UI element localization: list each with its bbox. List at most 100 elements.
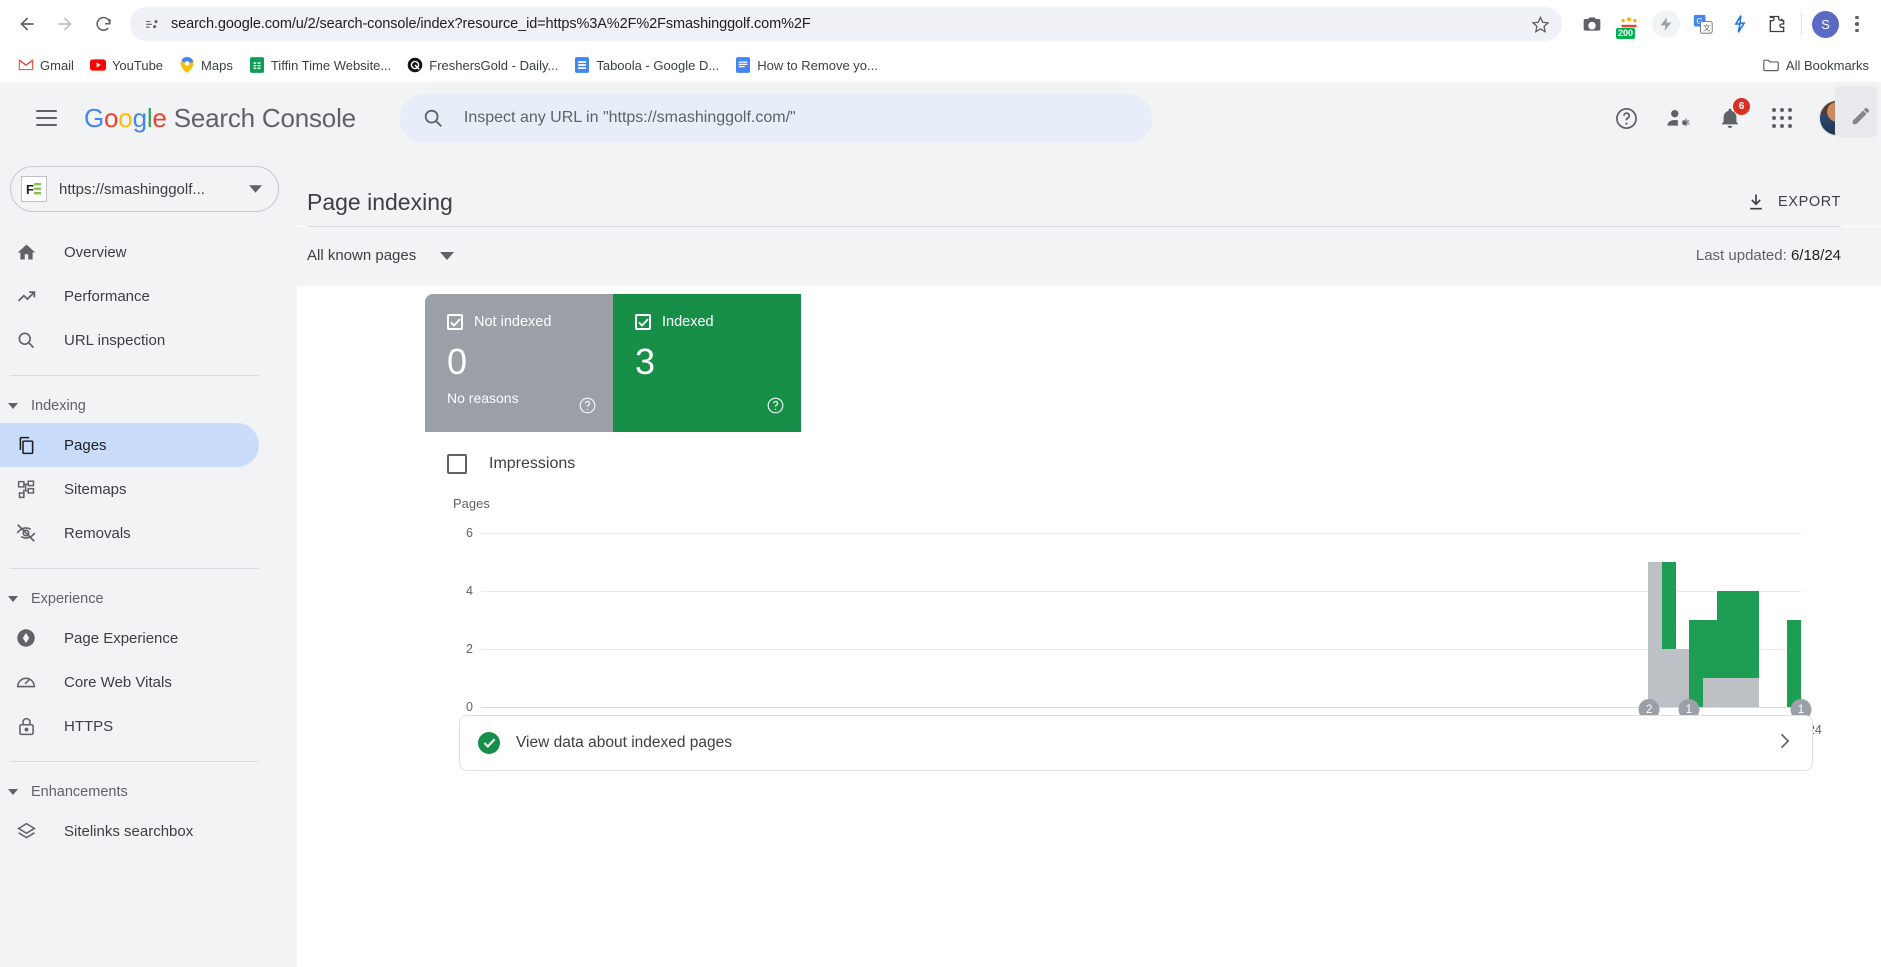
chart-bar-slot[interactable] — [1092, 533, 1106, 707]
help-circle-icon[interactable] — [766, 396, 785, 420]
chart-bar-slot[interactable] — [773, 533, 787, 707]
chart-bar-slot[interactable] — [1731, 533, 1745, 707]
chart-bar-slot[interactable] — [731, 533, 745, 707]
chart-bar-slot[interactable] — [1051, 533, 1065, 707]
back-arrow-icon[interactable] — [10, 7, 44, 41]
all-bookmarks-button[interactable]: All Bookmarks — [1757, 53, 1875, 77]
chart-bar-slot[interactable] — [967, 533, 981, 707]
chart-bar-slot[interactable] — [1481, 533, 1495, 707]
hamburger-menu-icon[interactable] — [22, 94, 70, 142]
chart-bar-slot[interactable] — [648, 533, 662, 707]
chart-bar-slot[interactable] — [1453, 533, 1467, 707]
chart-bar-slot[interactable] — [1370, 533, 1384, 707]
chart-bar-slot[interactable] — [481, 533, 495, 707]
star-icon[interactable] — [1531, 15, 1550, 34]
chart-bar-slot[interactable] — [1231, 533, 1245, 707]
chart-bar-slot[interactable] — [1537, 533, 1551, 707]
chart-bar-slot[interactable] — [592, 533, 606, 707]
bookmark-freshersgold[interactable]: FreshersGold - Daily... — [399, 53, 566, 77]
chart-bar-slot[interactable] — [1301, 533, 1315, 707]
chart-bar-slot[interactable] — [1648, 533, 1662, 707]
chart-bar-slot[interactable] — [1606, 533, 1620, 707]
chart-bar-slot[interactable] — [1078, 533, 1092, 707]
page-overlay-widget[interactable] — [1835, 86, 1877, 138]
chart-bar-slot[interactable] — [1564, 533, 1578, 707]
chart-bar-slot[interactable] — [759, 533, 773, 707]
chart-bar-slot[interactable] — [1773, 533, 1787, 707]
bell-icon[interactable]: 6 — [1715, 103, 1745, 133]
chart-bar-slot[interactable] — [620, 533, 634, 707]
chart-bar-slot[interactable] — [1273, 533, 1287, 707]
chart-bar-slot[interactable] — [1384, 533, 1398, 707]
chart-bar-slot[interactable] — [1620, 533, 1634, 707]
checkbox-checked-icon[interactable] — [447, 314, 463, 330]
status-card-not-indexed[interactable]: Not indexed 0 No reasons — [425, 294, 613, 432]
chart-bar-slot[interactable] — [1662, 533, 1676, 707]
manage-accounts-icon[interactable] — [1663, 103, 1693, 133]
chart-bar-slot[interactable] — [1342, 533, 1356, 707]
chart-bar-slot[interactable] — [1426, 533, 1440, 707]
apps-grid-icon[interactable] — [1767, 103, 1797, 133]
chart-bar-slot[interactable] — [1787, 533, 1801, 707]
sidebar-item-overview[interactable]: Overview — [0, 230, 259, 274]
bookmark-tiffin-time[interactable]: Tiffin Time Website... — [241, 53, 399, 77]
chevron-right-icon[interactable] — [1774, 731, 1794, 756]
chart-bar-slot[interactable] — [689, 533, 703, 707]
chart-bar-slot[interactable] — [1356, 533, 1370, 707]
chart-bar-slot[interactable] — [981, 533, 995, 707]
chart-bar-slot[interactable] — [912, 533, 926, 707]
bookmark-how-to-remove[interactable]: How to Remove yo... — [727, 53, 886, 77]
sidebar-item-pages[interactable]: Pages — [0, 423, 259, 467]
help-circle-icon[interactable] — [578, 396, 597, 420]
chart-bar-slot[interactable] — [856, 533, 870, 707]
chart-bar-slot[interactable] — [1398, 533, 1412, 707]
chart-bar-slot[interactable] — [1717, 533, 1731, 707]
sidebar-group-indexing[interactable]: Indexing — [0, 389, 297, 423]
profile-avatar[interactable]: S — [1812, 11, 1839, 38]
chart-bar-slot[interactable] — [578, 533, 592, 707]
help-circle-icon[interactable] — [1611, 103, 1641, 133]
chart-bar-slot[interactable] — [1106, 533, 1120, 707]
chart-bar-slot[interactable] — [814, 533, 828, 707]
chart-bar-slot[interactable] — [717, 533, 731, 707]
sidebar-group-experience[interactable]: Experience — [0, 582, 297, 616]
chart-bar-slot[interactable] — [884, 533, 898, 707]
chart-bar-slot[interactable] — [1148, 533, 1162, 707]
chart-bar-slot[interactable] — [953, 533, 967, 707]
chart-bar-slot[interactable] — [1162, 533, 1176, 707]
chevron-down-icon[interactable] — [249, 185, 270, 193]
chart-bar-slot[interactable] — [898, 533, 912, 707]
chart-bar-slot[interactable] — [926, 533, 940, 707]
chart-bar-slot[interactable] — [1676, 533, 1690, 707]
chart-bar-slot[interactable] — [1009, 533, 1023, 707]
kebab-menu-icon[interactable] — [1843, 16, 1871, 33]
address-bar[interactable]: search.google.com/u/2/search-console/ind… — [130, 7, 1562, 41]
chart-bar-slot[interactable] — [1037, 533, 1051, 707]
seo-status-extension-icon[interactable]: 200 — [1615, 10, 1643, 38]
chart-bar-slot[interactable] — [703, 533, 717, 707]
impressions-toggle[interactable]: Impressions — [425, 432, 1841, 474]
chart-bar-slot[interactable] — [1120, 533, 1134, 707]
chart-bar-slot[interactable] — [495, 533, 509, 707]
export-button[interactable]: EXPORT — [1746, 192, 1841, 212]
sidebar-item-sitemaps[interactable]: Sitemaps — [0, 467, 259, 511]
status-card-indexed[interactable]: Indexed 3 — [613, 294, 801, 432]
chart-bar-slot[interactable] — [1217, 533, 1231, 707]
chart-bar-slot[interactable] — [1467, 533, 1481, 707]
bookmark-maps[interactable]: Maps — [171, 53, 241, 77]
chart-bar-slot[interactable] — [1259, 533, 1273, 707]
sidebar-item-sitelinks-searchbox[interactable]: Sitelinks searchbox — [0, 809, 259, 853]
chart-bar-slot[interactable] — [1509, 533, 1523, 707]
sidebar-item-removals[interactable]: Removals — [0, 511, 259, 555]
chart-bar-slot[interactable] — [1439, 533, 1453, 707]
chart-bar-slot[interactable] — [787, 533, 801, 707]
chart-bar-slot[interactable] — [1495, 533, 1509, 707]
chart-bar-slot[interactable] — [1245, 533, 1259, 707]
sidebar-item-core-web-vitals[interactable]: Core Web Vitals — [0, 660, 259, 704]
chart-bar-slot[interactable] — [550, 533, 564, 707]
chart-bar-slot[interactable] — [675, 533, 689, 707]
checkbox-unchecked-icon[interactable] — [447, 454, 467, 474]
sidebar-item-performance[interactable]: Performance — [0, 274, 259, 318]
chart-bar-slot[interactable] — [842, 533, 856, 707]
screenshot-extension-icon[interactable] — [1578, 10, 1606, 38]
